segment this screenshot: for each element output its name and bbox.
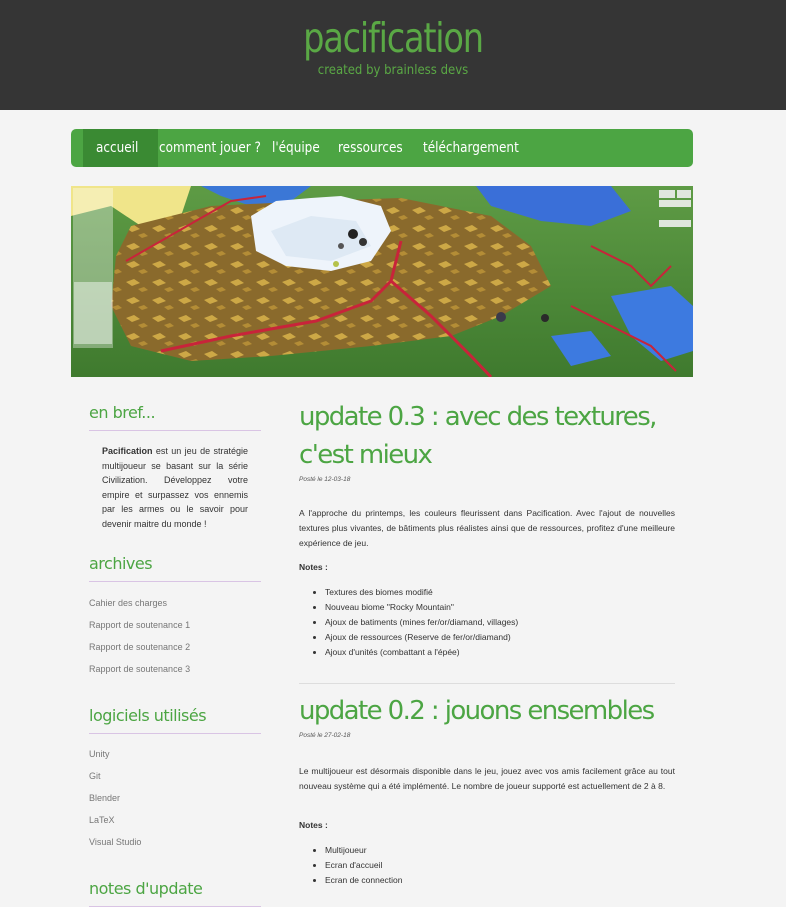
sidebar-updates-heading: notes d'update: [89, 879, 261, 907]
nav-item-ressources[interactable]: ressources: [338, 129, 403, 167]
nav-item-telechargement[interactable]: téléchargement: [423, 129, 519, 167]
archive-link-soutenance-3[interactable]: Rapport de soutenance 3: [89, 664, 190, 674]
list-item: Ajoux d'unités (combattant a l'épée): [325, 645, 518, 660]
nav-item-equipe[interactable]: l'équipe: [272, 129, 320, 167]
software-link-blender[interactable]: Blender: [89, 793, 120, 803]
sidebar-archives-heading: archives: [89, 554, 261, 582]
post-body: A l'approche du printemps, les couleurs …: [299, 508, 675, 548]
list-item: Textures des biomes modifié: [325, 585, 518, 600]
software-link-latex[interactable]: LaTeX: [89, 815, 115, 825]
post-date: Posté le 12-03-18: [299, 476, 351, 483]
post-notes-label: Notes :: [299, 562, 328, 572]
sidebar-about-text: Pacification est un jeu de stratégie mul…: [102, 444, 248, 531]
site-tagline: created by brainless devs: [317, 63, 469, 78]
post-title-update-0-3[interactable]: update 0.3 : avec des textures, c'est mi…: [299, 398, 675, 474]
nav-item-comment-jouer[interactable]: comment jouer ?: [159, 129, 261, 167]
list-item: Ecran de connection: [325, 873, 403, 888]
site-header: pacification created by brainless devs: [0, 0, 786, 110]
game-screenshot-banner: [71, 186, 693, 377]
software-link-git[interactable]: Git: [89, 771, 101, 781]
post-notes-label: Notes :: [299, 820, 328, 830]
post-body: Le multijoueur est désormais disponible …: [299, 766, 675, 791]
site-title[interactable]: pacification: [71, 14, 716, 62]
post-title-update-0-2[interactable]: update 0.2 : jouons ensembles: [299, 692, 675, 730]
post-notes-list: Textures des biomes modifié Nouveau biom…: [299, 585, 518, 660]
post-divider: [299, 683, 675, 684]
list-item: Multijoueur: [325, 843, 403, 858]
archive-link-soutenance-2[interactable]: Rapport de soutenance 2: [89, 642, 190, 652]
list-item: Ajoux de batiments (mines fer/or/diamand…: [325, 615, 518, 630]
post-notes-list: Multijoueur Ecran d'accueil Ecran de con…: [299, 843, 403, 888]
nav-item-accueil[interactable]: accueil: [96, 129, 138, 167]
about-game-name: Pacification: [102, 446, 153, 456]
archive-link-cahier-des-charges[interactable]: Cahier des charges: [89, 598, 167, 608]
hex-map-image: [71, 186, 693, 377]
main-nav: accueil comment jouer ? l'équipe ressour…: [71, 129, 693, 167]
post-date: Posté le 27-02-18: [299, 732, 351, 739]
sidebar-about-heading: en bref...: [89, 403, 261, 431]
list-item: Nouveau biome "Rocky Mountain": [325, 600, 518, 615]
list-item: Ecran d'accueil: [325, 858, 403, 873]
software-link-unity[interactable]: Unity: [89, 749, 110, 759]
about-description: est un jeu de stratégie multijoueur se b…: [102, 446, 248, 529]
software-link-visual-studio[interactable]: Visual Studio: [89, 837, 141, 847]
list-item: Ajoux de ressources (Reserve de fer/or/d…: [325, 630, 518, 645]
archive-link-soutenance-1[interactable]: Rapport de soutenance 1: [89, 620, 190, 630]
sidebar-software-heading: logiciels utilisés: [89, 706, 261, 734]
